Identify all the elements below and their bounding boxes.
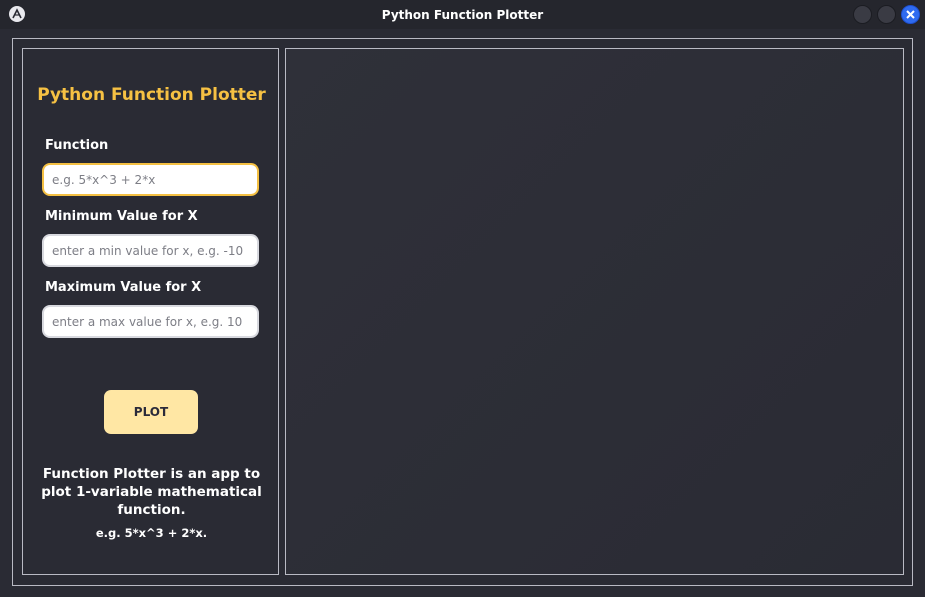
control-panel: Python Function Plotter Function Minimum… [22,48,279,575]
min-x-input[interactable] [42,234,259,267]
app-logo-icon [9,6,25,22]
max-x-label: Maximum Value for X [45,280,202,295]
close-icon[interactable] [901,5,920,24]
min-x-label: Minimum Value for X [45,209,198,224]
plot-button[interactable]: PLOT [104,390,198,434]
max-x-input[interactable] [42,305,259,338]
maximize-icon[interactable] [877,5,896,24]
function-input[interactable] [42,163,259,196]
panel-heading: Python Function Plotter [37,85,266,105]
plot-canvas[interactable] [285,48,904,575]
about-text: Function Plotter is an app to plot 1-var… [41,466,262,518]
function-label: Function [45,138,109,153]
window-title: Python Function Plotter [381,7,544,22]
window-controls [853,5,920,24]
title-bar: Python Function Plotter [0,0,925,29]
example-text: e.g. 5*x^3 + 2*x. [95,526,208,540]
minimize-icon[interactable] [853,5,872,24]
